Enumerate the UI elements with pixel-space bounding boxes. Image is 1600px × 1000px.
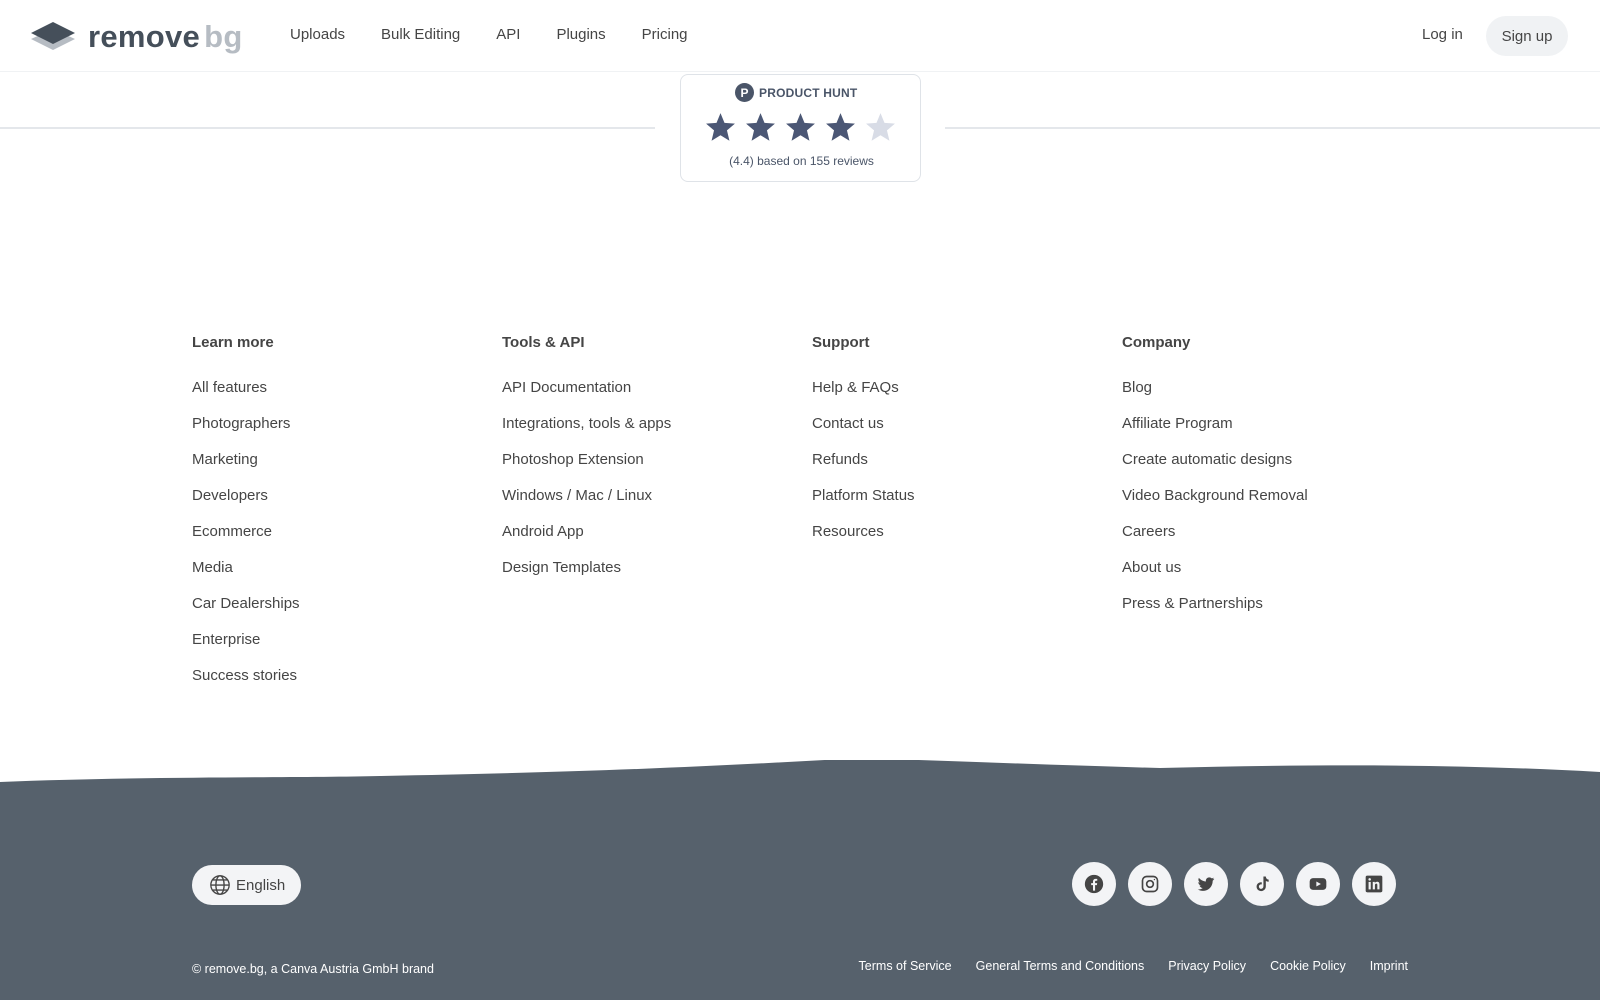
product-hunt-header: P PRODUCT HUNT xyxy=(735,83,857,102)
nav-pricing[interactable]: Pricing xyxy=(642,26,688,43)
logo-word-remove: remove xyxy=(88,18,201,54)
footer-link-blog[interactable]: Blog xyxy=(1122,378,1308,414)
legal-link-cookie-policy[interactable]: Cookie Policy xyxy=(1270,959,1346,973)
globe-icon xyxy=(210,875,230,895)
star-filled-icon xyxy=(706,113,735,141)
legal-link-general-terms[interactable]: General Terms and Conditions xyxy=(976,959,1145,973)
layers-logo-icon xyxy=(31,22,75,50)
legal-links: Terms of Service General Terms and Condi… xyxy=(835,959,1408,973)
rating-stars xyxy=(704,111,904,144)
legal-link-terms-of-service[interactable]: Terms of Service xyxy=(859,959,952,973)
footer-link-video-background-removal[interactable]: Video Background Removal xyxy=(1122,486,1308,522)
footer-link-ecommerce[interactable]: Ecommerce xyxy=(192,522,300,558)
footer-link-api-documentation[interactable]: API Documentation xyxy=(502,378,671,414)
star-filled-icon xyxy=(746,113,775,141)
footer-link-about-us[interactable]: About us xyxy=(1122,558,1308,594)
footer-link-enterprise[interactable]: Enterprise xyxy=(192,630,300,666)
footer-link-integrations[interactable]: Integrations, tools & apps xyxy=(502,414,671,450)
footer-link-contact-us[interactable]: Contact us xyxy=(812,414,915,450)
footer-link-media[interactable]: Media xyxy=(192,558,300,594)
footer-link-refunds[interactable]: Refunds xyxy=(812,450,915,486)
footer-link-android-app[interactable]: Android App xyxy=(502,522,671,558)
nav-uploads[interactable]: Uploads xyxy=(290,26,345,43)
footer-link-press-partnerships[interactable]: Press & Partnerships xyxy=(1122,594,1308,630)
tiktok-link[interactable] xyxy=(1240,862,1284,906)
facebook-icon xyxy=(1084,874,1104,894)
divider-right xyxy=(945,127,1600,129)
footer-link-affiliate-program[interactable]: Affiliate Program xyxy=(1122,414,1308,450)
twitter-icon xyxy=(1197,877,1215,891)
language-selector[interactable]: English xyxy=(192,865,301,905)
footer-link-help-faqs[interactable]: Help & FAQs xyxy=(812,378,915,414)
product-hunt-rating-card[interactable]: P PRODUCT HUNT (4.4) based on 155 review… xyxy=(680,74,921,182)
product-hunt-title: PRODUCT HUNT xyxy=(759,85,858,100)
legal-link-imprint[interactable]: Imprint xyxy=(1370,959,1408,973)
column-title: Tools & API xyxy=(502,334,585,351)
footer-column-tools-api: Tools & API API Documentation Integratio… xyxy=(502,334,671,594)
logo-wordmark: remove bg xyxy=(88,21,243,52)
divider-left xyxy=(0,127,655,129)
footer-column-company: Company Blog Affiliate Program Create au… xyxy=(1122,334,1308,630)
legal-link-privacy-policy[interactable]: Privacy Policy xyxy=(1168,959,1246,973)
youtube-icon xyxy=(1309,878,1327,890)
star-filled-icon xyxy=(786,113,815,141)
footer-link-all-features[interactable]: All features xyxy=(192,378,300,414)
nav-api[interactable]: API xyxy=(496,26,520,43)
product-hunt-icon: P xyxy=(735,83,754,102)
nav-plugins[interactable]: Plugins xyxy=(556,26,605,43)
rating-summary: (4.4) based on 155 reviews xyxy=(729,154,874,168)
removebg-logo[interactable]: remove bg xyxy=(30,18,243,54)
login-link[interactable]: Log in xyxy=(1422,26,1463,43)
column-title: Support xyxy=(812,334,870,351)
footer-link-desktop-apps[interactable]: Windows / Mac / Linux xyxy=(502,486,671,522)
logo-word-bg: bg xyxy=(204,18,243,54)
linkedin-link[interactable] xyxy=(1352,862,1396,906)
footer-link-success-stories[interactable]: Success stories xyxy=(192,666,300,702)
signup-button[interactable]: Sign up xyxy=(1486,16,1568,56)
star-empty-icon xyxy=(866,113,895,141)
footer-link-photographers[interactable]: Photographers xyxy=(192,414,300,450)
twitter-link[interactable] xyxy=(1184,862,1228,906)
top-navigation-bar: remove bg Uploads Bulk Editing API Plugin… xyxy=(0,0,1600,72)
footer-link-automatic-designs[interactable]: Create automatic designs xyxy=(1122,450,1308,486)
instagram-icon xyxy=(1141,875,1159,893)
footer-link-design-templates[interactable]: Design Templates xyxy=(502,558,671,594)
tiktok-icon xyxy=(1256,876,1269,892)
linkedin-icon xyxy=(1365,875,1383,893)
footer-column-learn-more: Learn more All features Photographers Ma… xyxy=(192,334,300,702)
youtube-link[interactable] xyxy=(1296,862,1340,906)
facebook-link[interactable] xyxy=(1072,862,1116,906)
footer-column-support: Support Help & FAQs Contact us Refunds P… xyxy=(812,334,915,558)
column-title: Learn more xyxy=(192,334,274,351)
footer-link-platform-status[interactable]: Platform Status xyxy=(812,486,915,522)
social-links xyxy=(1072,862,1396,906)
footer-link-resources[interactable]: Resources xyxy=(812,522,915,558)
main-nav: Uploads Bulk Editing API Plugins Pricing xyxy=(290,26,724,43)
footer-link-developers[interactable]: Developers xyxy=(192,486,300,522)
footer-link-photoshop-extension[interactable]: Photoshop Extension xyxy=(502,450,671,486)
column-title: Company xyxy=(1122,334,1191,351)
instagram-link[interactable] xyxy=(1128,862,1172,906)
copyright-text: © remove.bg, a Canva Austria GmbH brand xyxy=(192,962,434,976)
star-filled-icon xyxy=(826,113,855,141)
language-label: English xyxy=(236,876,286,894)
footer-link-careers[interactable]: Careers xyxy=(1122,522,1308,558)
nav-bulk-editing[interactable]: Bulk Editing xyxy=(381,26,460,43)
footer-link-car-dealerships[interactable]: Car Dealerships xyxy=(192,594,300,630)
footer-link-marketing[interactable]: Marketing xyxy=(192,450,300,486)
